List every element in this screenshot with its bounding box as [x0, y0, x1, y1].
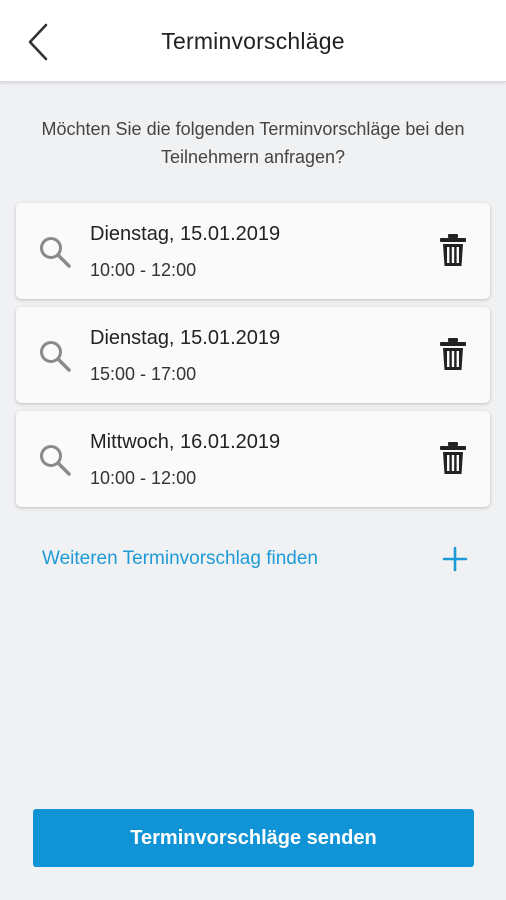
add-proposal-row[interactable]: Weiteren Terminvorschlag finden	[16, 538, 490, 582]
app-header: Terminvorschläge	[0, 0, 506, 82]
proposal-card[interactable]: Dienstag, 15.01.2019 15:00 - 17:00	[16, 307, 490, 403]
proposal-date: Dienstag, 15.01.2019	[90, 223, 281, 245]
proposal-date: Dienstag, 15.01.2019	[90, 327, 281, 349]
search-icon[interactable]	[38, 235, 72, 269]
search-icon[interactable]	[38, 443, 72, 477]
trash-icon[interactable]	[438, 233, 468, 267]
proposal-time: 15:00 - 17:00	[90, 364, 197, 384]
intro-text: Möchten Sie die folgenden Terminvorschlä…	[41, 119, 465, 167]
plus-icon[interactable]	[442, 546, 468, 572]
proposal-card[interactable]: Dienstag, 15.01.2019 10:00 - 12:00	[16, 203, 490, 299]
trash-icon[interactable]	[438, 441, 468, 475]
trash-icon[interactable]	[438, 337, 468, 371]
proposal-time: 10:00 - 12:00	[90, 468, 197, 488]
proposal-card[interactable]: Mittwoch, 16.01.2019 10:00 - 12:00	[16, 411, 490, 507]
proposal-date: Mittwoch, 16.01.2019	[90, 431, 281, 453]
search-icon[interactable]	[38, 339, 72, 373]
send-proposals-button[interactable]: Terminvorschläge senden	[33, 809, 474, 867]
proposal-time: 10:00 - 12:00	[90, 260, 197, 280]
add-proposal-link[interactable]: Weiteren Terminvorschlag finden	[42, 548, 318, 570]
page-title: Terminvorschläge	[161, 28, 345, 54]
